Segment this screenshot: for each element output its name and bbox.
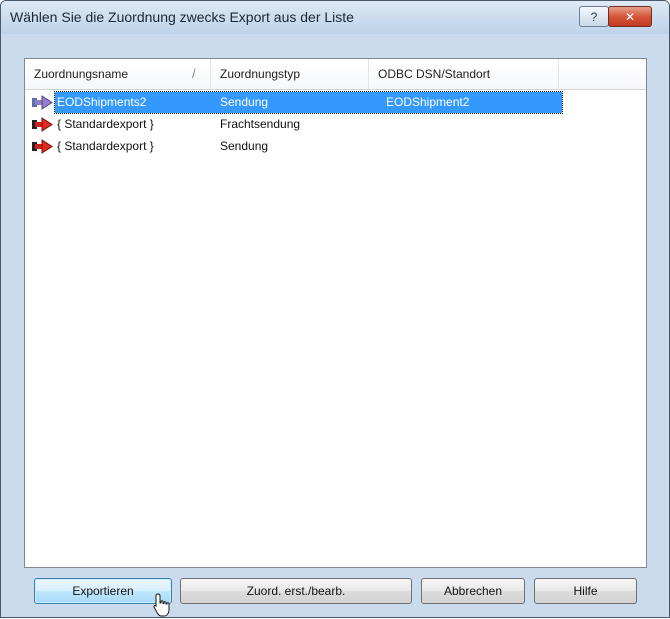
sort-indicator: / bbox=[192, 66, 196, 81]
list-header: Zuordnungsname / Zuordnungstyp ODBC DSN/… bbox=[25, 59, 646, 90]
row-type: Sendung bbox=[220, 139, 269, 153]
create-edit-mapping-button[interactable]: Zuord. erst./bearb. bbox=[180, 578, 412, 604]
close-icon: ✕ bbox=[624, 9, 636, 24]
close-button[interactable]: ✕ bbox=[608, 6, 652, 27]
row-name: EODShipments2 bbox=[57, 95, 147, 109]
column-header-name-label: Zuordnungsname bbox=[34, 67, 129, 81]
mouse-pointer-icon bbox=[153, 593, 170, 617]
question-mark-icon: ? bbox=[590, 9, 598, 24]
column-header-dsn[interactable]: ODBC DSN/Standort bbox=[369, 59, 559, 89]
default-mapping-icon bbox=[32, 139, 53, 154]
help-button[interactable]: Hilfe bbox=[534, 578, 637, 604]
column-header-type-label: Zuordnungstyp bbox=[220, 67, 301, 81]
row-name: { Standardexport } bbox=[57, 117, 154, 131]
row-name: { Standardexport } bbox=[57, 139, 154, 153]
row-type: Frachtsendung bbox=[220, 117, 301, 131]
mapping-list[interactable]: Zuordnungsname / Zuordnungstyp ODBC DSN/… bbox=[24, 58, 647, 568]
table-row[interactable]: EODShipments2 Sendung EODShipment2 bbox=[29, 91, 563, 114]
dialog-title: Wählen Sie die Zuordnung zwecks Export a… bbox=[10, 9, 354, 25]
row-type: Sendung bbox=[220, 95, 269, 109]
title-bar[interactable]: Wählen Sie die Zuordnung zwecks Export a… bbox=[1, 1, 669, 34]
table-row[interactable]: { Standardexport } Frachtsendung bbox=[29, 114, 562, 135]
column-header-dsn-label: ODBC DSN/Standort bbox=[378, 67, 491, 81]
table-row[interactable]: { Standardexport } Sendung bbox=[29, 136, 562, 157]
column-header-type[interactable]: Zuordnungstyp bbox=[211, 59, 369, 89]
row-dsn: EODShipment2 bbox=[386, 95, 470, 109]
default-mapping-icon bbox=[32, 117, 53, 132]
help-title-button[interactable]: ? bbox=[579, 6, 609, 27]
column-header-name[interactable]: Zuordnungsname bbox=[25, 59, 211, 89]
mapping-arrow-icon bbox=[32, 95, 53, 110]
cancel-button[interactable]: Abbrechen bbox=[421, 578, 525, 604]
column-header-empty bbox=[559, 59, 646, 89]
